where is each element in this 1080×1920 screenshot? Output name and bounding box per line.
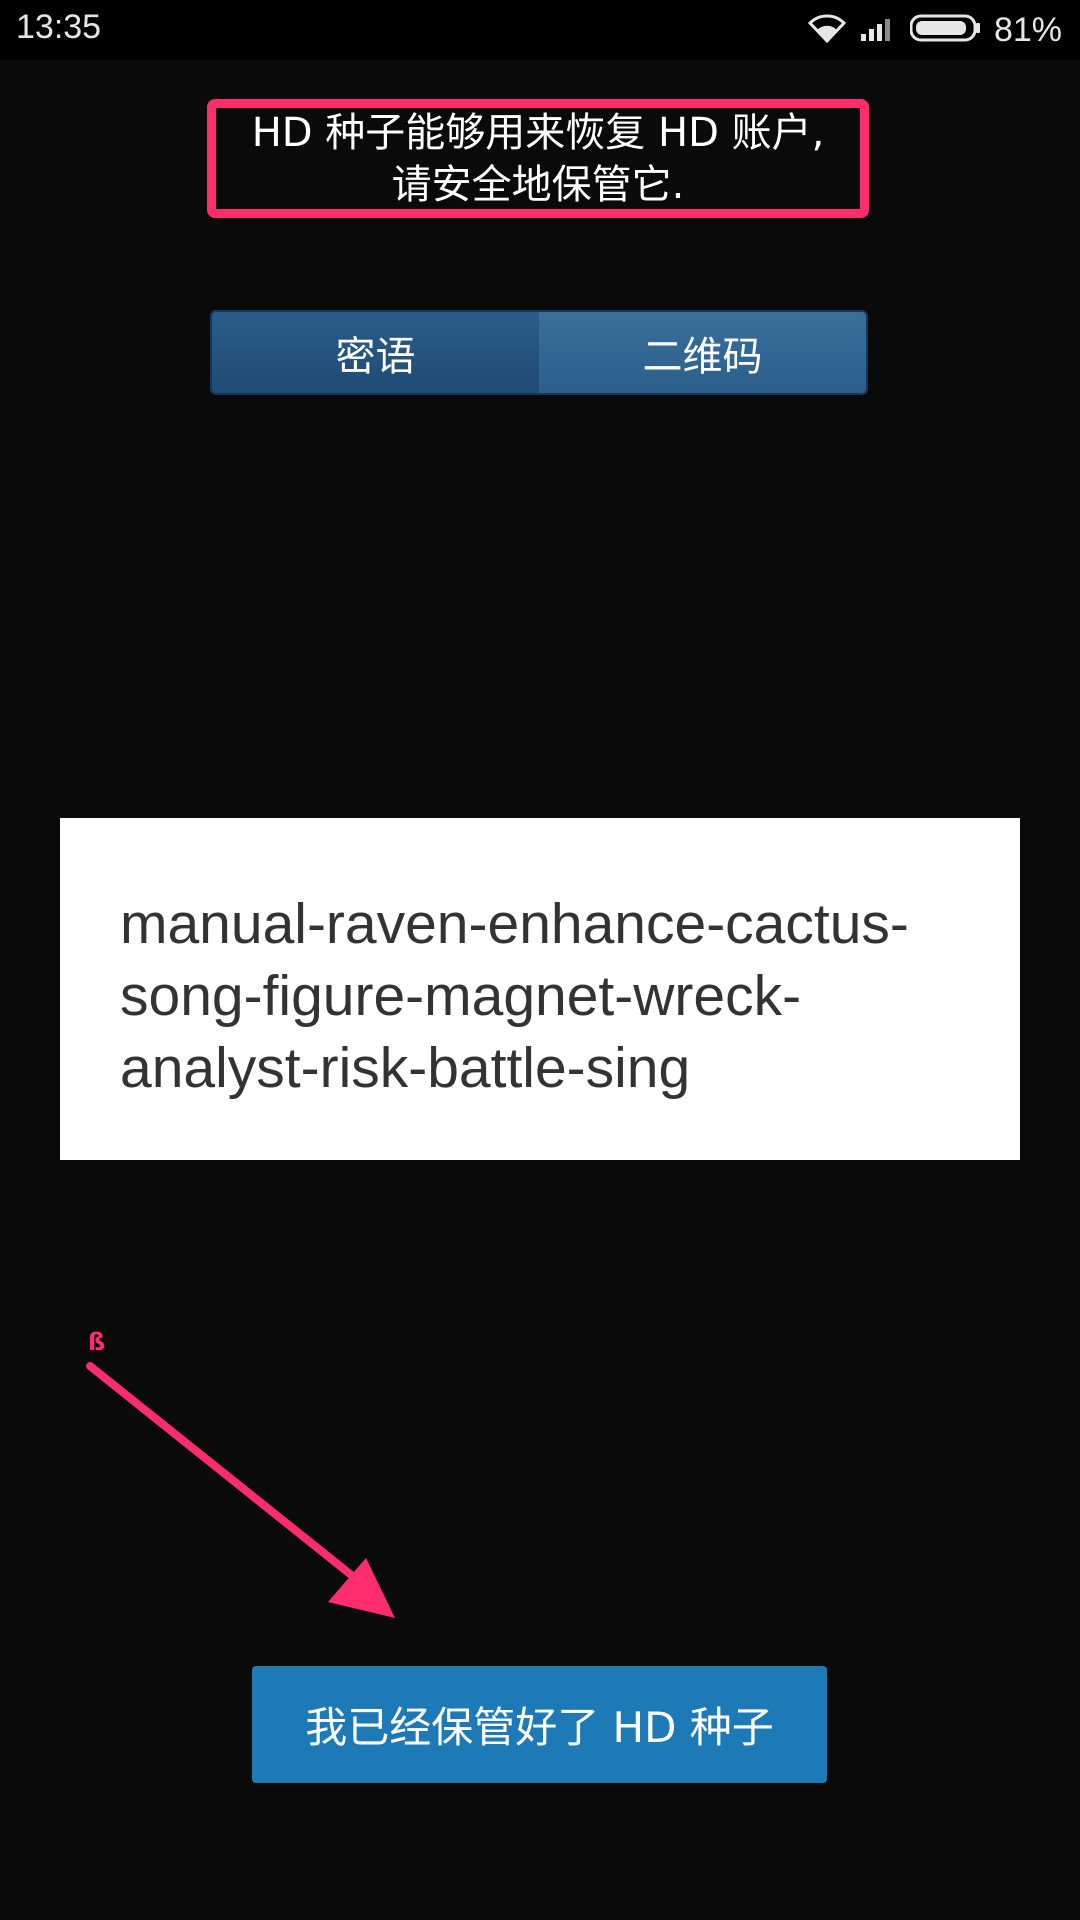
view-mode-tabs: 密语 二维码 <box>210 310 868 395</box>
status-bar: 13:35 81% <box>0 0 1080 60</box>
seed-warning-highlight: HD 种子能够用来恢复 HD 账户, 请安全地保管它. <box>207 99 869 218</box>
status-time: 13:35 <box>16 8 102 46</box>
seed-warning-line-2: 请安全地保管它. <box>391 161 685 208</box>
confirm-seed-saved-button[interactable]: 我已经保管好了 HD 种子 <box>252 1666 827 1783</box>
tab-qrcode[interactable]: 二维码 <box>539 312 866 393</box>
tab-passphrase[interactable]: 密语 <box>212 312 539 393</box>
battery-icon <box>909 14 982 46</box>
screen: 13:35 81% HD 种子能够用来恢复 HD 账户, 请安全地保管它. 密语… <box>0 0 1080 1920</box>
signal-icon <box>860 14 896 46</box>
wifi-icon <box>807 13 847 47</box>
passphrase-text: manual-raven-enhance-cactus-song-figure-… <box>120 892 909 1100</box>
annotation-mark: ß <box>88 1328 106 1356</box>
seed-warning-text: HD 种子能够用来恢复 HD 账户, 请安全地保管它. <box>216 107 860 211</box>
passphrase-card: manual-raven-enhance-cactus-song-figure-… <box>60 818 1020 1160</box>
seed-warning-line-1: HD 种子能够用来恢复 HD 账户, <box>251 109 825 156</box>
status-icons: 81% <box>794 8 1062 52</box>
battery-percent: 81% <box>993 10 1062 49</box>
